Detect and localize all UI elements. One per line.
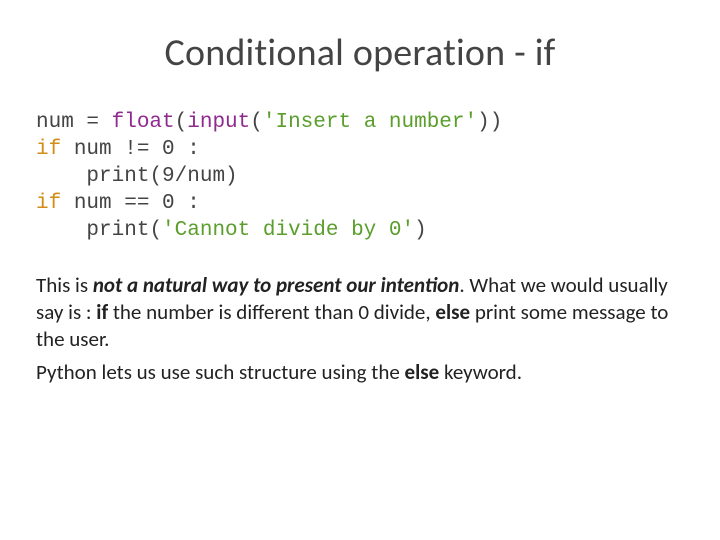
slide: Conditional operation - if num = float(i… xyxy=(0,0,720,386)
code-text: num == 0 : xyxy=(61,192,200,215)
code-text: num != 0 : xyxy=(61,138,200,161)
emphasis-text: not a natural way to present our intenti… xyxy=(93,272,460,298)
text: the number is different than 0 divide, xyxy=(113,299,436,325)
code-text: ) xyxy=(414,219,427,242)
code-indent xyxy=(36,165,86,188)
bold-if: if xyxy=(96,299,113,325)
string-literal: 'Cannot divide by 0' xyxy=(162,219,414,242)
builtin-print: print xyxy=(86,165,149,188)
code-indent xyxy=(36,219,86,242)
code-text: ( xyxy=(175,111,188,134)
paragraph-2: Python lets us use such structure using … xyxy=(36,359,684,386)
keyword-if: if xyxy=(36,138,61,161)
code-block: num = float(input('Insert a number')) if… xyxy=(36,110,684,244)
string-literal: 'Insert a number' xyxy=(263,111,477,134)
code-text: ( xyxy=(149,219,162,242)
body-text: This is not a natural way to present our… xyxy=(36,272,684,386)
text: keyword. xyxy=(444,359,522,385)
builtin-print: print xyxy=(86,219,149,242)
slide-title: Conditional operation - if xyxy=(36,30,684,76)
paragraph-1: This is not a natural way to present our… xyxy=(36,272,684,353)
code-text: num = xyxy=(36,111,112,134)
bold-else: else xyxy=(435,299,474,325)
code-text: )) xyxy=(477,111,502,134)
text: This is xyxy=(36,272,93,298)
text: Python lets us use such structure using … xyxy=(36,359,405,385)
code-text: ( xyxy=(250,111,263,134)
builtin-float: float xyxy=(112,111,175,134)
code-text: (9/num) xyxy=(149,165,237,188)
builtin-input: input xyxy=(187,111,250,134)
bold-else: else xyxy=(405,359,444,385)
keyword-if: if xyxy=(36,192,61,215)
